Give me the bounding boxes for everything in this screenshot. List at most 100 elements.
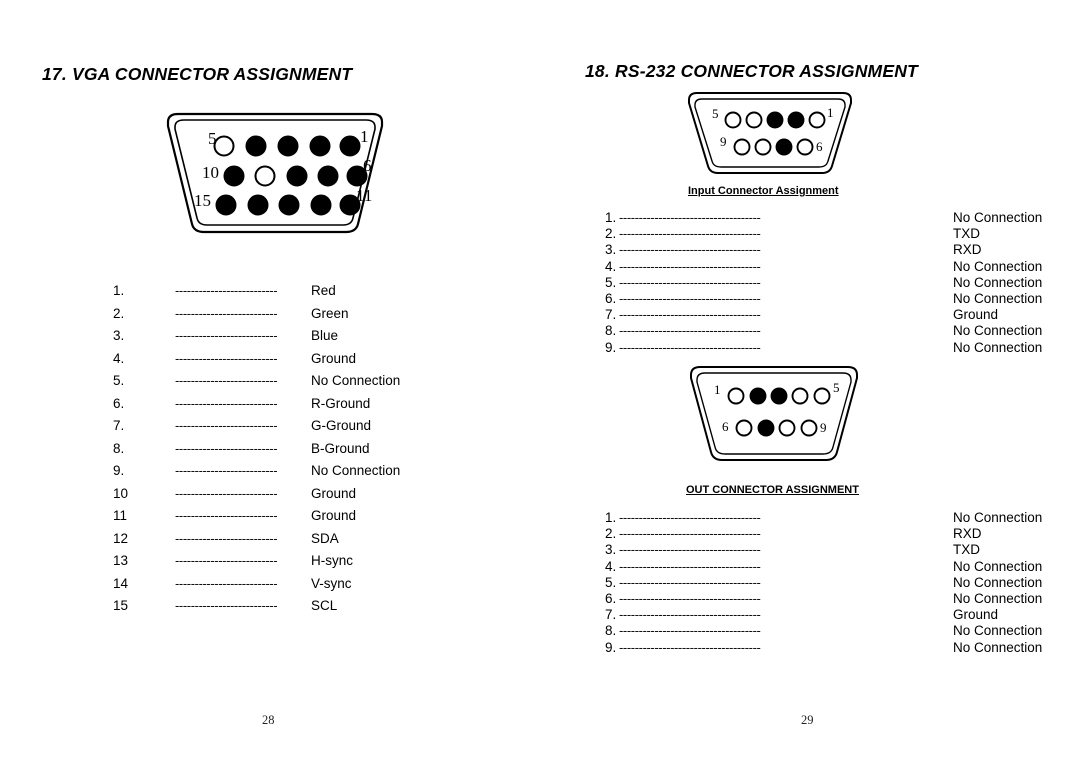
vga-pin-number: 8. [113, 440, 125, 456]
rs232-out-pin-dash-leader: ------------------------------------ [619, 542, 761, 558]
vga-pin-dash-leader: -------------------------- [175, 508, 278, 523]
vga-pin-number: 12 [113, 530, 129, 546]
rs232-out-caption: OUT CONNECTOR ASSIGNMENT [686, 484, 859, 496]
rs232-out-pin-number: 7. [605, 607, 617, 623]
rs232-input-pin-row: 5. ------------------------------------ No… [605, 275, 1042, 291]
rs232-out-pin-number: 4. [605, 558, 617, 574]
rs232-input-pin-label-6: 6 [816, 139, 823, 154]
rs232-out-pin-label-5: 5 [833, 380, 840, 395]
rs232-input-pin-signal: TXD [953, 226, 980, 242]
vga-pin-signal: R-Ground [311, 395, 371, 411]
vga-pin-signal: SCL [311, 598, 338, 613]
rs232-out-pin-signal: No Connection [953, 623, 1043, 639]
rs232-input-pin-row: 4. ------------------------------------ No… [605, 259, 1042, 275]
rs232-out-pin-row: 1. ------------------------------------ No… [605, 510, 1042, 526]
vga-pin-row: 13 -------------------------- H-sync [113, 553, 400, 576]
vga-pin-12 [310, 194, 332, 216]
vga-pin-signal: V-sync [311, 575, 352, 591]
rs232-out-pin-row: 5. ------------------------------------ No… [605, 575, 1042, 591]
rs232-out-pin-assignment-table: 1. ------------------------------------ No… [605, 510, 1042, 656]
vga-pin-number: 4. [113, 350, 125, 366]
rs232-input-pin-signal: No Connection [953, 290, 1043, 306]
rs232-out-pin-number: 2. [605, 526, 617, 542]
vga-pin-5 [213, 135, 235, 157]
rs232-input-pin-label-1: 1 [827, 105, 834, 120]
rs232-out-pin-dash-leader: ------------------------------------ [619, 607, 761, 623]
rs232-input-pin-assignment-table: 1. ------------------------------------ No… [605, 210, 1042, 356]
rs232-out-pin-dash-leader: ------------------------------------ [619, 623, 761, 639]
vga-pin-label-10: 10 [202, 163, 219, 182]
rs232-out-pin-dash-leader: ------------------------------------ [619, 639, 761, 655]
vga-pin-signal: Blue [311, 328, 339, 343]
rs232-input-pin-number: 7. [605, 307, 617, 323]
vga-pin-4 [245, 135, 267, 157]
vga-pin-row: 2. -------------------------- Green [113, 306, 400, 329]
vga-pin-number: 13 [113, 553, 129, 568]
rs232-input-pin-dash-leader: ------------------------------------ [619, 210, 761, 225]
rs232-out-pin-signal: No Connection [953, 639, 1043, 655]
rs232-out-pin-6 [735, 419, 753, 437]
vga-pin-number: 14 [113, 575, 129, 591]
vga-pin-label-1: 1 [360, 127, 369, 146]
vga-pin-dash-leader: -------------------------- [175, 575, 278, 591]
rs232-out-pin-4 [791, 387, 809, 405]
vga-pin-9 [254, 165, 276, 187]
rs232-input-db9-connector: 5 1 9 6 [675, 88, 865, 184]
vga-pin-row: 7. -------------------------- G-Ground [113, 418, 400, 441]
rs232-out-pin-number: 3. [605, 542, 617, 558]
vga-pin-signal: B-Ground [311, 440, 370, 456]
rs232-input-pin-4 [745, 111, 763, 129]
rs232-input-pin-row: 2. ------------------------------------ TX… [605, 226, 1042, 242]
vga-pin-dash-leader: -------------------------- [175, 485, 278, 501]
rs232-out-pin-rows: 1. ------------------------------------ No… [605, 510, 1042, 656]
vga-pin-assignment-table: 1. -------------------------- Red 2. -------… [113, 283, 400, 621]
rs232-input-pin-number: 6. [605, 290, 617, 306]
vga-pin-label-6: 6 [363, 156, 372, 175]
rs232-input-pin-dash-leader: ------------------------------------ [619, 226, 761, 242]
vga-pin-dash-leader: -------------------------- [175, 395, 278, 411]
rs232-input-pin-signal: No Connection [953, 323, 1043, 339]
vga-pin-signal: Red [311, 283, 336, 298]
rs232-input-pin-6 [796, 138, 814, 156]
rs232-input-pin-5 [724, 111, 742, 129]
rs232-input-pin-3 [766, 111, 784, 129]
vga-pin-2 [309, 135, 331, 157]
rs232-input-pin-number: 9. [605, 339, 617, 355]
vga-pin-row: 15 -------------------------- SCL [113, 598, 400, 621]
rs232-input-pin-number: 4. [605, 258, 617, 274]
rs232-input-pin-number: 8. [605, 323, 617, 339]
rs232-out-pin-dash-leader: ------------------------------------ [619, 526, 761, 542]
rs232-out-pin-signal: RXD [953, 526, 982, 542]
rs232-input-pin-signal: No Connection [953, 258, 1043, 274]
vga-pin-number: 1. [113, 283, 125, 298]
rs232-out-pin-number: 9. [605, 639, 617, 655]
vga-pin-signal: G-Ground [311, 418, 372, 433]
vga-pin-10 [223, 165, 245, 187]
vga-pin-number: 3. [113, 328, 125, 343]
rs232-input-pin-dash-leader: ------------------------------------ [619, 323, 761, 339]
rs232-input-pin-rows: 1. ------------------------------------ No… [605, 210, 1042, 356]
vga-pin-row: 6. -------------------------- R-Ground [113, 396, 400, 419]
vga-pin-row: 9. -------------------------- No Connectio… [113, 463, 400, 486]
rs232-out-pin-signal: Ground [953, 607, 999, 623]
vga-section-heading: 17. VGA CONNECTOR ASSIGNMENT [42, 64, 353, 84]
vga-pin-dash-leader: -------------------------- [175, 598, 278, 613]
vga-pin-signal: SDA [311, 530, 339, 546]
vga-pin-row: 1. -------------------------- Red [113, 283, 400, 306]
rs232-out-pin-8 [778, 419, 796, 437]
vga-pin-signal: Ground [311, 350, 357, 366]
vga-pin-dash-leader: -------------------------- [175, 440, 278, 456]
vga-pin-8 [286, 165, 308, 187]
vga-pin-number: 9. [113, 463, 125, 478]
rs232-out-pin-number: 6. [605, 590, 617, 606]
vga-pin-number: 11 [113, 508, 128, 523]
rs232-out-pin-row: 9. ------------------------------------ No… [605, 640, 1042, 656]
rs232-input-pin-dash-leader: ------------------------------------ [619, 274, 761, 290]
rs232-input-pin-number: 5. [605, 274, 617, 290]
rs232-input-pin-row: 6. ------------------------------------ No… [605, 291, 1042, 307]
rs232-out-pin-signal: No Connection [953, 590, 1043, 606]
rs232-input-pin-row: 3. ------------------------------------ RX… [605, 242, 1042, 258]
vga-pin-row: 11 -------------------------- Ground [113, 508, 400, 531]
vga-pin-row: 14 -------------------------- V-sync [113, 576, 400, 599]
vga-pin-number: 10 [113, 485, 129, 501]
